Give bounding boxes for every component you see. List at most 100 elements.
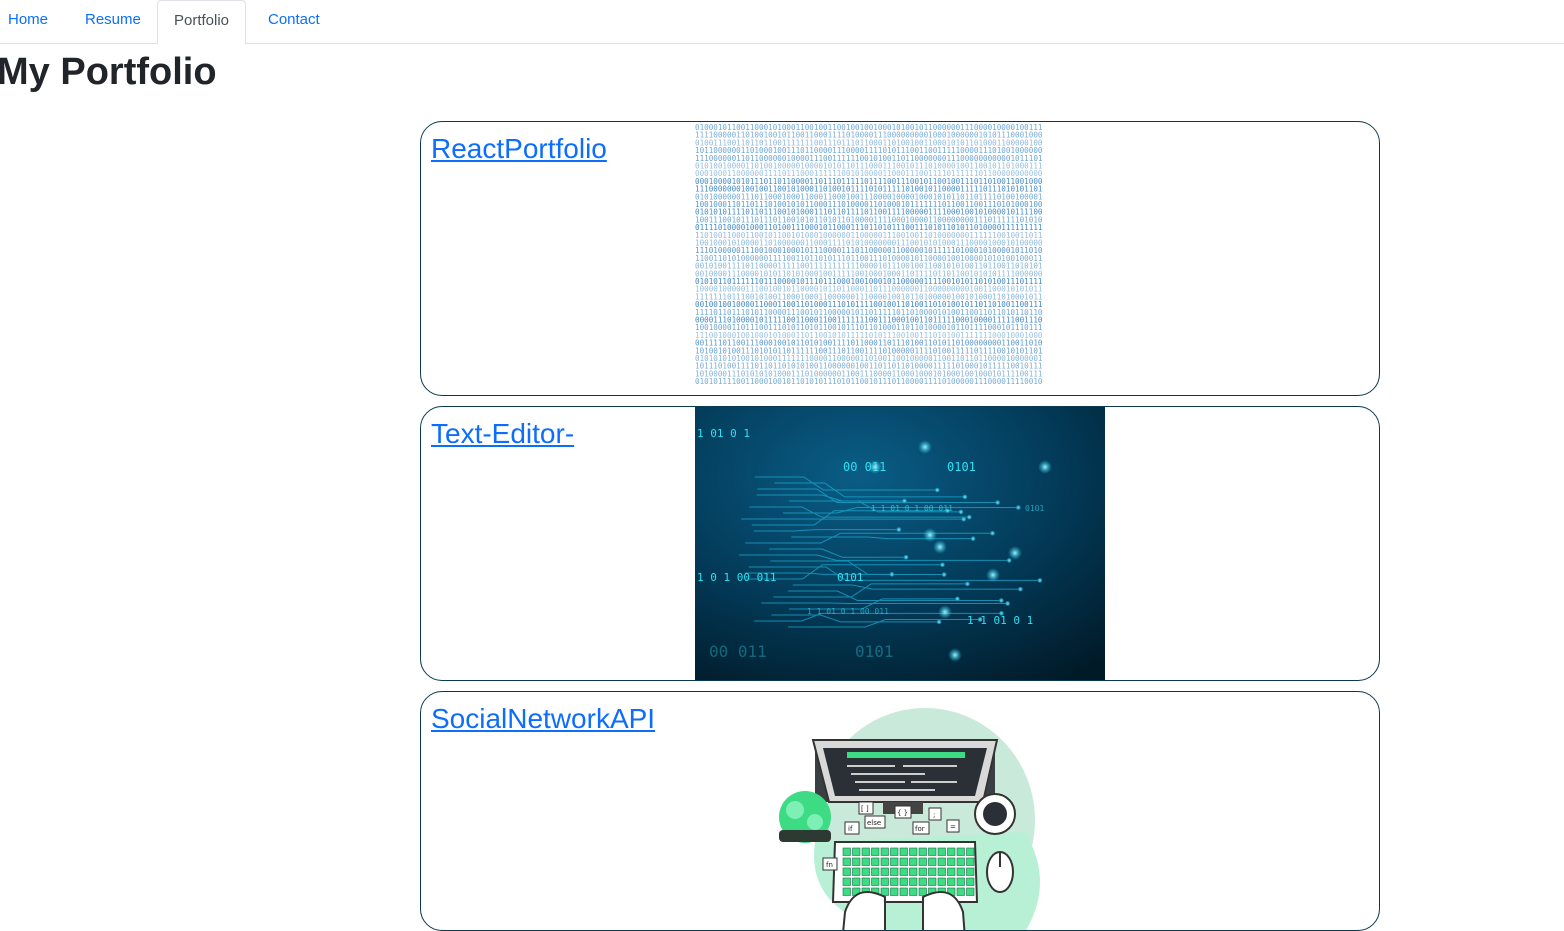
keyboard-key <box>900 858 908 866</box>
keyboard-key <box>891 878 899 886</box>
project-link-react-portfolio[interactable]: ReactPortfolio <box>431 132 607 166</box>
keyboard-key <box>957 858 965 866</box>
circuit-text: 1 1 01 0 1 00 011 <box>871 504 953 513</box>
keyboard-key <box>862 848 870 856</box>
keyword-bubble: if <box>848 825 853 833</box>
nav-resume-link[interactable]: Resume <box>85 0 141 44</box>
keyboard-key <box>957 888 965 896</box>
nav-contact-link[interactable]: Contact <box>268 0 320 44</box>
keyboard-key <box>891 868 899 876</box>
circuit-text: 1 01 0 1 <box>697 427 750 440</box>
circuit-node <box>1017 506 1021 510</box>
project-card-social-network-api: SocialNetworkAPI if else for { } ; = [ ]… <box>420 691 1380 931</box>
keyboard-key <box>872 878 880 886</box>
circuit-text: 1 1 01 0 1 <box>967 614 1033 627</box>
keyboard-key <box>900 848 908 856</box>
keyboard-key <box>910 858 918 866</box>
circuit-text: 1 1 01 0 1 00 011 <box>807 607 889 616</box>
keyboard-key <box>967 878 975 886</box>
keyword-bubble: = <box>950 823 956 831</box>
circuit-node <box>941 563 945 567</box>
circuit-node <box>935 488 939 492</box>
circuit-node <box>897 528 901 532</box>
keyboard-key <box>843 858 851 866</box>
keyboard-key <box>900 878 908 886</box>
glow-dot <box>918 440 932 454</box>
keyboard-key <box>881 848 889 856</box>
glow-dot <box>1038 460 1052 474</box>
keyboard-key <box>919 888 927 896</box>
circuit-text: 0101 <box>947 460 976 474</box>
circuit-node <box>1038 579 1042 583</box>
glow-dot <box>923 528 937 542</box>
keyword-bubble: for <box>915 825 925 833</box>
circuit-text: 00 011 <box>709 642 767 661</box>
glow-dot <box>868 460 882 474</box>
circuit-node <box>890 573 894 577</box>
keyboard-key <box>872 868 880 876</box>
keyboard-key <box>900 868 908 876</box>
keyboard-key <box>862 878 870 886</box>
keyboard-key <box>881 888 889 896</box>
project-card-react-portfolio: ReactPortfolio 0100010110011000101000110… <box>420 121 1380 396</box>
circuit-node <box>1006 602 1010 606</box>
keyboard-key <box>910 878 918 886</box>
circuit-node <box>963 495 967 499</box>
keyboard-key <box>967 848 975 856</box>
project-card-text-editor: Text-Editor- 1 01 0 1 00 011 0101 1 1 01… <box>420 406 1380 681</box>
keyboard-key <box>929 878 937 886</box>
project-link-text-editor[interactable]: Text-Editor- <box>431 417 574 451</box>
keyboard-key <box>938 848 946 856</box>
circuit-node <box>903 499 907 503</box>
keyboard-key <box>957 868 965 876</box>
keyboard-key <box>919 868 927 876</box>
keyboard-key <box>843 848 851 856</box>
keyboard-key <box>929 868 937 876</box>
circuit-text: 0101 <box>855 642 894 661</box>
keyboard-key <box>891 888 899 896</box>
circuit-board-image: 1 01 0 1 00 011 0101 1 1 01 0 1 00 011 0… <box>695 407 1105 680</box>
glow-dot <box>1008 546 1022 560</box>
keyword-bubble: [ ] <box>861 805 869 813</box>
keyboard-key <box>853 848 861 856</box>
circuit-node <box>937 620 941 624</box>
developer-laptop-illustration: if else for { } ; = [ ] fn <box>695 692 1105 931</box>
nav-portfolio-tab[interactable]: Portfolio <box>157 0 246 45</box>
keyboard-key <box>929 848 937 856</box>
keyboard-key <box>938 878 946 886</box>
keyboard-key <box>948 858 956 866</box>
circuit-node <box>967 515 971 519</box>
project-link-social-network-api[interactable]: SocialNetworkAPI <box>431 702 655 736</box>
keyboard-key <box>891 858 899 866</box>
keyboard-key <box>881 858 889 866</box>
glow-dot <box>933 540 947 554</box>
keyboard-key <box>843 878 851 886</box>
binary-row: 0101011110011000100101101010111010110010… <box>695 377 1043 386</box>
keyboard-key <box>967 858 975 866</box>
keyboard-key <box>948 868 956 876</box>
keyboard-key <box>853 868 861 876</box>
nav-home-link[interactable]: Home <box>8 0 48 44</box>
binary-code-image: 0100010110011000101000110010011001001001… <box>695 122 1105 395</box>
circuit-node <box>966 582 970 586</box>
keyboard-key <box>853 858 861 866</box>
circuit-node <box>942 573 946 577</box>
circuit-node <box>971 537 975 541</box>
keyword-bubble: else <box>867 819 881 827</box>
keyword-bubble: ; <box>933 811 935 819</box>
circuit-node <box>904 555 908 559</box>
page-title: My Portfolio <box>0 49 217 95</box>
circuit-text: 0101 <box>837 571 864 584</box>
keyboard-key <box>872 848 880 856</box>
glow-dot <box>938 605 952 619</box>
glow-dot <box>948 648 962 662</box>
keyword-bubble: fn <box>826 861 833 869</box>
keyboard-key <box>967 888 975 896</box>
keyboard-key <box>910 868 918 876</box>
keyboard-key <box>919 858 927 866</box>
circuit-node <box>991 531 995 535</box>
keyboard-key <box>957 878 965 886</box>
circuit-text: 1 0 1 00 011 <box>697 571 776 584</box>
keyboard-key <box>919 878 927 886</box>
circuit-node <box>962 517 966 521</box>
